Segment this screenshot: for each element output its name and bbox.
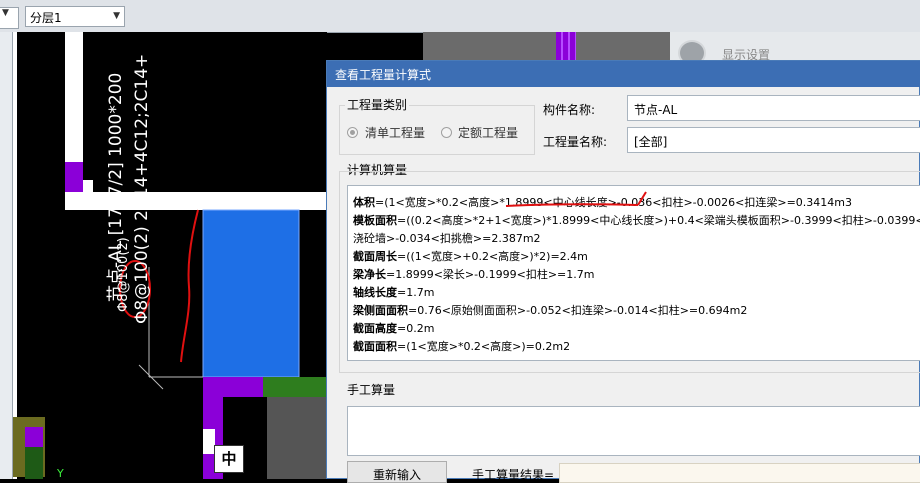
formula-line: 梁净长=1.8999<梁长>-0.1999<扣柱>=1.7m <box>353 268 595 281</box>
formula-line: 轴线长度=1.7m <box>353 286 435 299</box>
dialog-title: 查看工程量计算式 <box>335 68 432 82</box>
component-name-field[interactable]: 节点-AL <box>627 95 920 121</box>
formula-textbox[interactable]: 体积=(1<宽度>*0.2<高度>*1.8999<中心线长度>-0.036<扣柱… <box>347 185 920 361</box>
left-side-panel <box>0 32 13 479</box>
zhong-label[interactable]: 中 <box>214 445 244 473</box>
quantity-formula-dialog: 查看工程量计算式 工程量类别 清单工程量 定额工程量 构件名称: 节点-AL 工… <box>326 60 920 483</box>
formula-line: 浇砼墙>-0.034<扣挑檐>=2.387m2 <box>353 232 541 245</box>
radio-bill-quantity[interactable] <box>347 127 358 138</box>
drawing-canvas[interactable]: 节点-AL [1777/2] 1000*200 Φ8@100(2) 2C14+4… <box>13 32 327 479</box>
y-axis-label: Y <box>57 467 64 479</box>
chevron-down-icon: ▼ <box>2 8 9 18</box>
beam-annotation-line-3: Φ8@100(2) <box>116 237 131 312</box>
reenter-button[interactable]: 重新输入 <box>347 461 447 483</box>
component-name-label: 构件名称: <box>543 103 596 117</box>
formula-line: 截面周长=((1<宽度>+0.2<高度>)*2)=2.4m <box>353 250 588 263</box>
layer-select[interactable]: 分层1 ▼ <box>25 6 125 27</box>
display-settings-panel: 显示设置 <box>670 32 920 66</box>
radio-norm-quantity-label: 定额工程量 <box>458 126 519 140</box>
quantity-name-value: [全部] <box>634 135 668 149</box>
manual-quantity-label: 手工算量 <box>347 383 396 397</box>
manual-result-field[interactable] <box>559 463 920 483</box>
radio-norm-quantity[interactable] <box>441 127 452 138</box>
manual-quantity-textbox[interactable] <box>347 406 920 456</box>
formula-line: 截面面积=(1<宽度>*0.2<高度>)=0.2m2 <box>353 340 571 353</box>
manual-result-label: 手工算量结果= <box>472 468 555 482</box>
cad-drawing <box>13 32 327 479</box>
purple-strip <box>556 32 576 60</box>
component-name-value: 节点-AL <box>634 103 678 117</box>
dialog-title-bar[interactable]: 查看工程量计算式 <box>327 61 920 87</box>
quantity-name-field[interactable]: [全部] <box>627 127 920 153</box>
formula-line: 梁侧面面积=0.76<原始侧面面积>-0.052<扣连梁>-0.014<扣柱>=… <box>353 304 748 317</box>
layer-select-value: 分层1 <box>30 11 62 25</box>
quantity-name-label: 工程量名称: <box>543 135 608 149</box>
radio-bill-quantity-label: 清单工程量 <box>365 126 426 140</box>
quantity-type-group-label: 工程量类别 <box>345 96 410 113</box>
red-underline-annotation <box>505 191 647 207</box>
toolbar-left-dropdown[interactable]: ▼ <box>0 7 19 29</box>
top-toolbar: ▼ 分层1 ▼ <box>0 0 920 33</box>
formula-line: 截面高度=0.2m <box>353 322 435 335</box>
beam-annotation-line-2: Φ8@100(2) 2C14+4C12;2C14+ <box>132 53 152 324</box>
chevron-down-icon: ▼ <box>113 11 120 21</box>
